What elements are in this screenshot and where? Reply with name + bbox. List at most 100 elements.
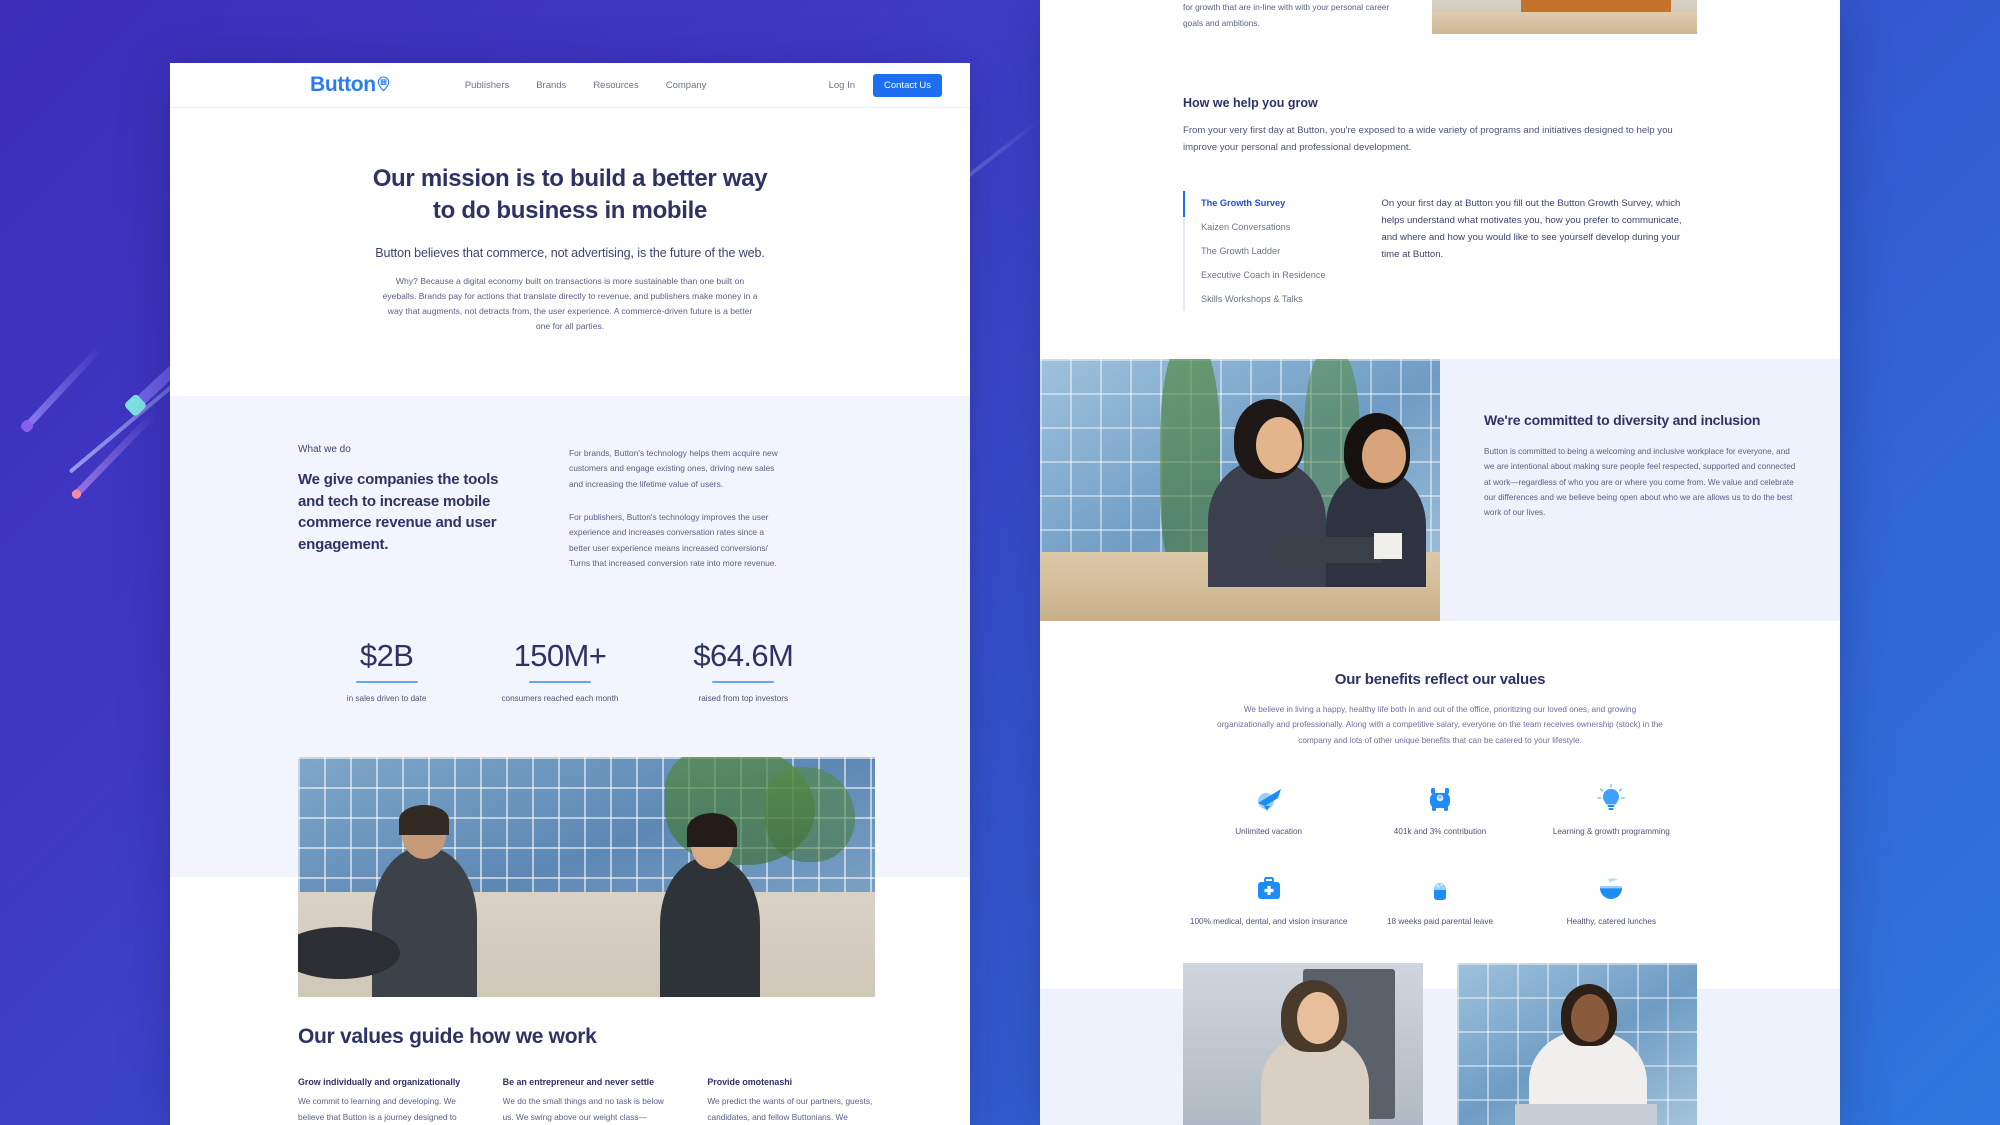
stat-label: in sales driven to date xyxy=(346,694,427,704)
grow-paragraph: From your very first day at Button, you'… xyxy=(1183,125,1673,153)
stat-underline xyxy=(355,680,418,684)
stat-underline xyxy=(712,680,775,684)
value-title: Provide omotenashi xyxy=(707,1077,793,1088)
benefits-heading: Our benefits reflect our values xyxy=(1334,670,1546,688)
brand-logo[interactable]: Button xyxy=(310,73,390,98)
photo-person-right xyxy=(660,857,760,998)
grow-tab-list: The Growth Survey Kaizen Conversations T… xyxy=(1183,190,1333,311)
benefits-intro: We believe in living a happy, healthy li… xyxy=(1217,704,1663,745)
deco-square-purple xyxy=(19,418,36,435)
left-page-screenshot: Button Publishers Brands Resources Compa… xyxy=(170,63,970,1125)
benefit-medical-dental-vision: 100% medical, dental, and vision insuran… xyxy=(1183,872,1354,928)
diversity-paragraph: Button is committed to being a welcoming… xyxy=(1484,447,1796,517)
benefit-label: 401k and 3% contribution xyxy=(1393,827,1487,837)
location-pin-icon xyxy=(377,74,390,98)
bottom-photo-left xyxy=(1183,962,1423,1125)
right-page-screenshot: for growth that are in-line with with yo… xyxy=(1040,0,1840,1125)
stat-consumers: 150M+ consumers reached each month xyxy=(501,638,618,704)
photo-plant-pot xyxy=(1374,532,1402,559)
benefit-label: Learning & growth programming xyxy=(1552,827,1670,837)
hero-subheading: Button believes that commerce, not adver… xyxy=(375,245,765,260)
medical-kit-icon xyxy=(1183,872,1354,906)
photo-laptop xyxy=(1515,1103,1657,1125)
benefit-parental-leave: 18 weeks paid parental leave xyxy=(1354,872,1525,928)
benefit-catered-lunches: Healthy, catered lunches xyxy=(1526,872,1697,928)
benefits-section: Our benefits reflect our values We belie… xyxy=(1040,621,1840,929)
hero-body: Why? Because a digital economy built on … xyxy=(382,275,758,331)
site-header: Button Publishers Brands Resources Compa… xyxy=(170,63,970,108)
photo-person-face xyxy=(1297,991,1339,1044)
bottom-photos-row xyxy=(1040,929,1840,1125)
value-card: Grow individually and organizationally W… xyxy=(298,1077,466,1125)
stat-label: raised from top investors xyxy=(698,694,789,704)
what-we-do-paragraph-publishers: For publishers, Button's technology impr… xyxy=(569,511,777,569)
stat-underline xyxy=(528,680,591,684)
login-link[interactable]: Log In xyxy=(829,80,855,91)
deco-square-cyan-sm xyxy=(123,393,148,418)
value-text: We do the small things and no task is be… xyxy=(502,1096,664,1122)
diversity-photo xyxy=(1040,358,1440,621)
benefits-grid: Unlimited vacation 401k and 3% contribut… xyxy=(1183,782,1697,928)
bottom-photo-right xyxy=(1457,962,1697,1125)
value-text: We commit to learning and developing. We… xyxy=(298,1096,457,1122)
deco-star-purple-small xyxy=(19,346,103,435)
lightbulb-icon xyxy=(1526,782,1697,816)
contact-us-button[interactable]: Contact Us xyxy=(873,73,942,97)
grow-tabs-row: The Growth Survey Kaizen Conversations T… xyxy=(1183,190,1697,311)
values-heading: Our values guide how we work xyxy=(298,1025,597,1049)
nav-link-publishers[interactable]: Publishers xyxy=(465,80,509,91)
stat-value: $64.6M xyxy=(693,637,794,673)
stat-label: consumers reached each month xyxy=(501,694,619,704)
deco-trail xyxy=(22,346,103,432)
hero-section: Our mission is to build a better way to … xyxy=(170,108,970,396)
what-we-do-kicker: What we do xyxy=(298,443,351,455)
stat-value: 150M+ xyxy=(513,637,607,673)
benefit-label: Unlimited vacation xyxy=(1235,827,1303,837)
benefit-label: Healthy, catered lunches xyxy=(1566,917,1657,927)
benefit-label: 100% medical, dental, and vision insuran… xyxy=(1189,917,1348,927)
what-we-do-paragraph-brands: For brands, Button's technology helps th… xyxy=(569,447,778,490)
right-top-photo xyxy=(1432,0,1697,34)
baby-icon xyxy=(1354,872,1525,906)
tab-skills-workshops-and-talks[interactable]: Skills Workshops & Talks xyxy=(1185,287,1333,311)
photo-person-left xyxy=(372,847,477,998)
stat-funding: $64.6M raised from top investors xyxy=(693,638,793,704)
benefit-learning-growth: Learning & growth programming xyxy=(1526,782,1697,838)
nav-actions: Log In Contact Us xyxy=(829,73,942,97)
values-grid: Grow individually and organizationally W… xyxy=(298,1077,875,1125)
diversity-section: We're committed to diversity and inclusi… xyxy=(1040,358,1840,621)
grow-section: How we help you grow From your very firs… xyxy=(1040,96,1840,311)
photo-person-b-face xyxy=(1362,428,1406,483)
value-text: We predict the wants of our partners, gu… xyxy=(707,1096,873,1122)
stat-sales: $2B in sales driven to date xyxy=(347,638,427,704)
primary-nav: Publishers Brands Resources Company xyxy=(465,80,707,91)
piggy-bank-icon xyxy=(1354,782,1525,816)
photo-person-left-hair xyxy=(399,805,449,836)
value-title: Grow individually and organizationally xyxy=(298,1077,461,1088)
nav-link-resources[interactable]: Resources xyxy=(593,80,638,91)
nav-link-company[interactable]: Company xyxy=(666,80,707,91)
photo-laptop xyxy=(1272,536,1382,563)
active-tab-body: On your first day at Button you fill out… xyxy=(1381,197,1682,260)
deco-square-pink xyxy=(70,488,84,501)
nav-link-brands[interactable]: Brands xyxy=(536,80,566,91)
team-photo-wrap xyxy=(170,757,970,998)
airplane-icon xyxy=(1183,782,1354,816)
diversity-text: We're committed to diversity and inclusi… xyxy=(1440,358,1840,621)
tab-kaizen-conversations[interactable]: Kaizen Conversations xyxy=(1185,215,1333,239)
stats-section: $2B in sales driven to date 150M+ consum… xyxy=(170,571,970,758)
tab-executive-coach-in-residence[interactable]: Executive Coach in Residence xyxy=(1185,263,1333,287)
diversity-heading: We're committed to diversity and inclusi… xyxy=(1484,411,1761,428)
what-we-do-section: What we do We give companies the tools a… xyxy=(170,395,970,572)
value-title: Be an entrepreneur and never settle xyxy=(502,1077,655,1088)
benefit-401k: 401k and 3% contribution xyxy=(1354,782,1525,838)
stat-value: $2B xyxy=(359,637,414,673)
tab-the-growth-ladder[interactable]: The Growth Ladder xyxy=(1185,239,1333,263)
team-photo xyxy=(298,757,875,998)
brand-logo-text: Button xyxy=(310,72,376,96)
tab-the-growth-survey[interactable]: The Growth Survey xyxy=(1185,191,1333,215)
what-we-do-right: For brands, Button's technology helps th… xyxy=(569,444,779,572)
hero-heading: Our mission is to build a better way to … xyxy=(372,165,768,224)
bowl-icon xyxy=(1526,872,1697,906)
right-top-row: for growth that are in-line with with yo… xyxy=(1040,0,1840,34)
